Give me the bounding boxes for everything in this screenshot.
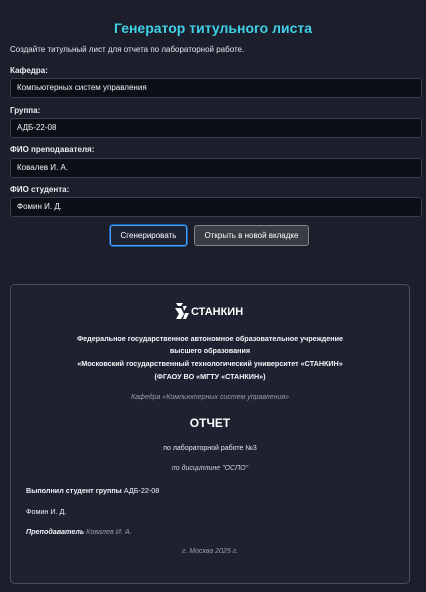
student-input[interactable]: Фомин И. Д. [10, 197, 422, 217]
open-in-new-tab-button[interactable]: Открыть в новой вкладке [194, 225, 309, 246]
department-input[interactable]: Компьютерных систем управления [10, 78, 422, 98]
page-title: Генератор титульного листа [113, 20, 313, 36]
lab-number-line: по лабораторной работе №3 [163, 445, 257, 452]
teacher-line-name: Ковалев И. А. [86, 527, 132, 536]
performed-by-group: АДБ-22-08 [123, 486, 160, 495]
generate-button[interactable]: Сгенерировать [110, 225, 187, 246]
group-input[interactable]: АДБ-22-08 [10, 118, 422, 138]
city-year: г. Москва 2025 г. [181, 548, 239, 555]
teacher-label: ФИО преподавателя: [10, 145, 95, 154]
student-label: ФИО студента: [10, 185, 70, 194]
performed-by-label: Выполнил студент группы [26, 486, 122, 495]
stankin-emblem-icon [175, 303, 189, 319]
department-label: Кафедра: [10, 66, 48, 75]
logo-text: СТАНКИН [191, 306, 243, 318]
title-page-preview [10, 284, 410, 584]
group-label: Группа: [10, 106, 41, 115]
stankin-logo: СТАНКИН [175, 303, 243, 319]
title-page-generator-app: Генератор титульного листа Создайте титу… [0, 0, 426, 592]
org-line-4: (ФГАОУ ВО «МГТУ «СТАНКИН») [154, 372, 266, 381]
discipline-line: по дисциплине "ОСПО" [171, 465, 249, 472]
student-name: Фомин И. Д. [26, 507, 67, 516]
page-subtitle: Создайте титульный лист для отчета по ла… [10, 45, 245, 54]
teacher-line-label: Преподаватель [26, 527, 85, 536]
org-line-2: высшего образования [169, 346, 251, 355]
report-title: ОТЧЕТ [189, 416, 231, 430]
org-line-1: Федеральное государственное автономное о… [77, 334, 343, 343]
org-line-3: «Московский государственный технологичес… [77, 359, 343, 368]
performed-by-line: Выполнил студент группы АДБ-22-08 [26, 486, 159, 495]
department-line: Кафедра «Компьютерных систем управления» [131, 394, 289, 401]
teacher-input[interactable]: Ковалев И. А. [10, 158, 422, 178]
teacher-line: Преподаватель Ковалев И. А. [26, 527, 132, 536]
